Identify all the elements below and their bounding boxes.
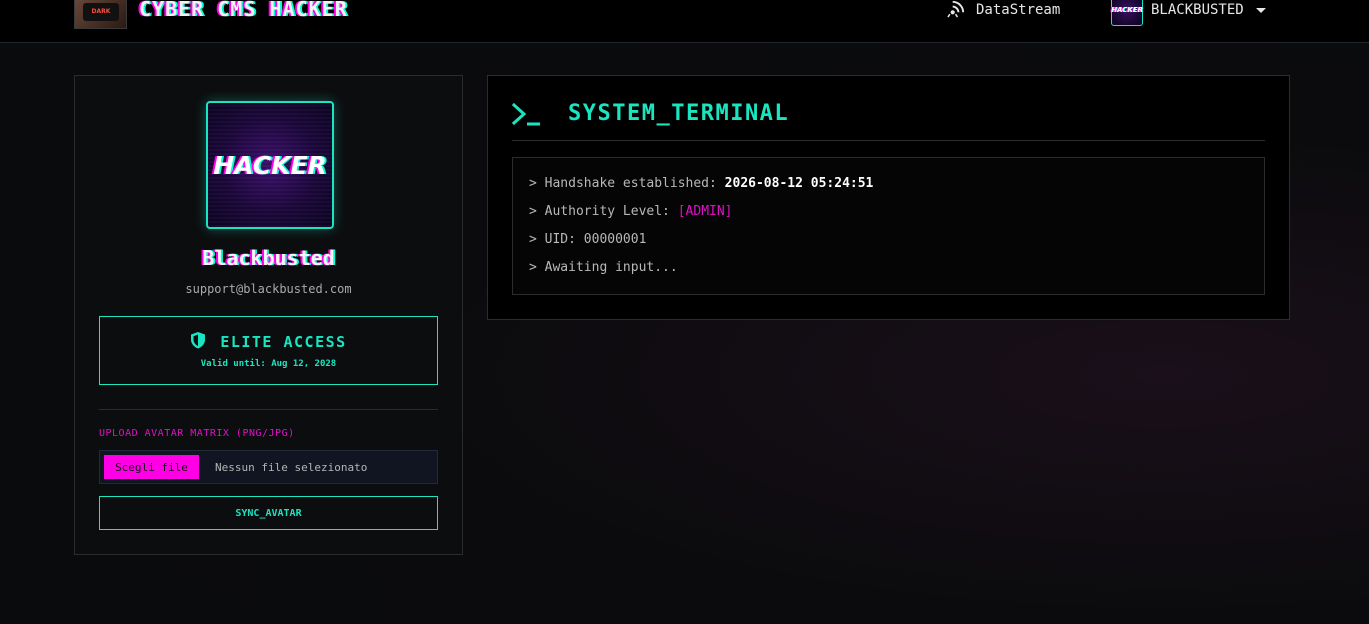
avatar-file-input[interactable]: Scegli file Nessun file selezionato: [99, 450, 438, 484]
access-title: ELITE ACCESS: [220, 333, 347, 351]
terminal-line-prefix: > UID: 00000001: [529, 232, 647, 247]
sync-avatar-button[interactable]: SYNC_AVATAR: [99, 496, 438, 530]
logo-badge: DARK: [83, 3, 119, 21]
divider: [99, 409, 438, 410]
authority-level: [ADMIN]: [677, 204, 733, 219]
terminal-line: > Authority Level: [ADMIN]: [529, 204, 1264, 232]
avatar-text: HACKER: [213, 150, 327, 180]
choose-file-button[interactable]: Scegli file: [104, 455, 199, 479]
terminal-card: SYSTEM_TERMINAL > Handshake established:…: [487, 75, 1290, 320]
terminal-prompt-icon: [511, 101, 542, 132]
shield-icon: [190, 331, 206, 353]
username-label: BLACKBUSTED: [1151, 2, 1244, 18]
terminal-line: > UID: 00000001: [529, 232, 1264, 260]
terminal-line-prefix: > Awaiting input...: [529, 260, 678, 275]
terminal-output: > Handshake established: 2026-08-12 05:2…: [512, 157, 1265, 295]
nav-datastream-link[interactable]: DataStream: [947, 0, 1061, 22]
terminal-title: SYSTEM_TERMINAL: [568, 101, 790, 126]
site-logo[interactable]: DARK: [74, 0, 127, 29]
terminal-line: > Awaiting input...: [529, 260, 1264, 288]
profile-name: Blackbusted: [202, 246, 335, 270]
broadcast-icon: [947, 0, 966, 22]
access-status-box: ELITE ACCESS Valid until: Aug 12, 2028: [99, 316, 438, 385]
terminal-line-prefix: > Handshake established:: [529, 176, 725, 191]
user-menu[interactable]: HACKER BLACKBUSTED: [1111, 0, 1266, 26]
datastream-label: DataStream: [976, 2, 1061, 18]
profile-card: HACKER Blackbusted support@blackbusted.c…: [74, 75, 463, 555]
profile-avatar: HACKER: [206, 101, 334, 229]
profile-email: support@blackbusted.com: [185, 282, 352, 296]
handshake-timestamp: 2026-08-12 05:24:51: [724, 176, 874, 191]
file-status: Nessun file selezionato: [215, 460, 368, 474]
avatar[interactable]: HACKER: [1111, 0, 1143, 26]
brand-title[interactable]: CYBER CMS HACKER: [139, 0, 348, 21]
access-valid-until: Valid until: Aug 12, 2028: [200, 359, 337, 369]
terminal-line-prefix: > Authority Level:: [529, 204, 678, 219]
top-navbar: DARK CYBER CMS HACKER DataStream HACKER …: [0, 0, 1369, 43]
terminal-line: > Handshake established: 2026-08-12 05:2…: [529, 176, 1264, 204]
terminal-header: SYSTEM_TERMINAL: [511, 101, 1265, 141]
upload-label: UPLOAD AVATAR MATRIX (PNG/JPG): [99, 428, 295, 439]
access-title-row: ELITE ACCESS: [100, 331, 437, 353]
caret-down-icon[interactable]: [1255, 7, 1266, 13]
